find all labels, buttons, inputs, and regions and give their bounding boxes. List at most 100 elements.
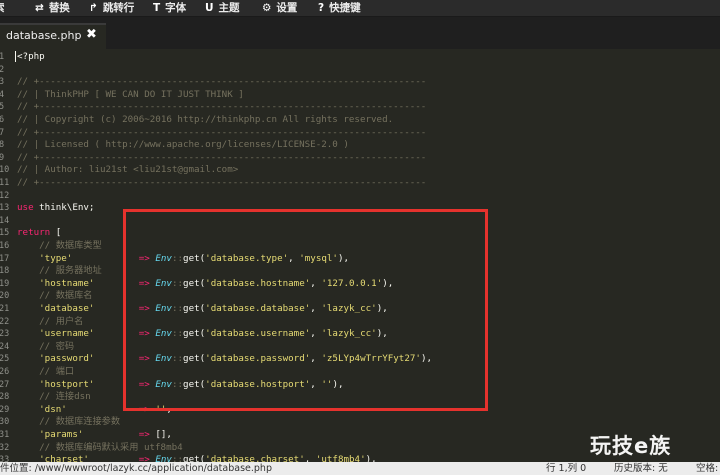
code-token: '127.0.0.1' xyxy=(321,277,383,289)
status-history[interactable]: 历史版本: 无 xyxy=(614,462,668,475)
code-token: :: xyxy=(171,252,184,264)
code-token: '' xyxy=(321,378,333,390)
code-token: ), xyxy=(376,303,388,314)
code-token: // 数据库连接参数 xyxy=(17,416,121,428)
code-token: 'database.username' xyxy=(205,328,311,340)
line-number: 28 xyxy=(0,392,10,403)
code-token: ), xyxy=(332,378,344,390)
line-number: 20 xyxy=(0,291,10,302)
code-text: // 用户名 xyxy=(17,316,83,329)
code-token: '' xyxy=(155,403,167,415)
code-token: 'database.password' xyxy=(205,353,311,365)
code-token: :: xyxy=(171,454,184,462)
toolbar-item-4[interactable]: U 主题 xyxy=(205,0,240,17)
code-text: 'params' => [], xyxy=(17,429,172,442)
toolbar-label: 设置 xyxy=(276,2,298,14)
code-token: Env xyxy=(155,303,172,314)
code-token: Env xyxy=(155,252,172,264)
code-text: 'database' => Env::get('database.databas… xyxy=(17,303,388,316)
line-number: 4 xyxy=(0,89,5,100)
toolbar-label: 字体 xyxy=(165,2,187,14)
toolbar-item-1[interactable]: ⇄ 替换 xyxy=(35,0,70,17)
code-text: 'hostport' => Env::get('database.hostpor… xyxy=(17,378,344,392)
close-icon[interactable]: ✖ xyxy=(86,27,97,42)
code-token: get( xyxy=(183,252,206,264)
code-token: // 服务器地址 xyxy=(17,265,102,277)
code-token: // 数据库名 xyxy=(17,290,93,302)
code-token: 'lazyk_cc' xyxy=(321,303,377,314)
toolbar: 索 ⇄ 替换 ↱ 跳转行 T 字体 U 主题 ⚙ 设置 ? 快捷键 xyxy=(0,0,720,17)
code-token: get( xyxy=(183,303,206,314)
code-token: 'database' xyxy=(17,303,95,314)
status-cursor-position: 行 1,列 0 xyxy=(546,463,587,474)
font-icon: T xyxy=(153,2,161,14)
code-token: get( xyxy=(183,328,206,340)
code-token: [ xyxy=(50,227,62,239)
code-text: // | Copyright (c) 2006~2016 http://thin… xyxy=(17,114,393,127)
line-number: 1 xyxy=(0,52,5,62)
toolbar-label: 跳转行 xyxy=(102,2,135,14)
code-text: use think\Env; xyxy=(17,202,94,215)
code-token: :: xyxy=(171,378,184,390)
code-text: // +------------------------------------… xyxy=(17,76,426,89)
code-text: // +------------------------------------… xyxy=(17,152,426,165)
code-token: return xyxy=(17,227,51,239)
code-token: 'hostname' xyxy=(17,277,95,289)
code-token: 'charset' xyxy=(17,454,89,462)
code-token: // 数据库编码默认采用 utf8mb4 xyxy=(17,441,183,453)
code-token: :: xyxy=(171,328,184,340)
status-indent[interactable]: 空格: xyxy=(696,462,718,475)
code-text: 'password' => Env::get('database.passwor… xyxy=(17,353,432,366)
code-token: => xyxy=(138,454,150,462)
code-token: , xyxy=(310,277,322,289)
line-number: 30 xyxy=(0,417,10,428)
code-token: ), xyxy=(376,328,388,340)
line-number: 11 xyxy=(0,178,10,188)
code-token: 'type' xyxy=(17,252,73,264)
line-number: 24 xyxy=(0,341,10,352)
tab-database-php[interactable]: database.php ✖ xyxy=(0,23,106,49)
toolbar-item-3[interactable]: T 字体 xyxy=(153,0,186,17)
line-number: 2 xyxy=(0,64,5,75)
code-text: // | ThinkPHP [ WE CAN DO IT JUST THINK … xyxy=(17,89,244,102)
code-editor[interactable]: 1 <?php 2 3// +----------------------------… xyxy=(0,49,720,462)
code-token: :: xyxy=(171,277,184,289)
code-token: , xyxy=(304,454,316,462)
code-token: 'params' xyxy=(17,429,84,440)
code-text: // | Author: liu21st <liu21st@gmail.com> xyxy=(17,164,238,177)
line-number: 15 xyxy=(0,228,10,239)
toolbar-item-2[interactable]: ↱ 跳转行 xyxy=(89,0,134,17)
code-token: // +------------------------------------… xyxy=(17,151,427,163)
toolbar-item-0[interactable]: 索 xyxy=(0,0,5,17)
code-token: 'database.hostname' xyxy=(205,277,311,289)
code-token: // +------------------------------------… xyxy=(17,101,427,113)
code-token: => xyxy=(138,378,150,390)
code-token: think\Env; xyxy=(33,202,95,214)
code-text: // 数据库连接参数 xyxy=(17,416,120,429)
code-token: use xyxy=(17,202,34,214)
status-bar: 件位置: /www/wwwroot/lazyk.cc/application/d… xyxy=(0,462,720,475)
code-token: , xyxy=(310,303,322,314)
line-number: 17 xyxy=(0,253,10,264)
line-number: 18 xyxy=(0,266,10,277)
code-token: Env xyxy=(155,353,172,365)
toolbar-item-5[interactable]: ⚙ 设置 xyxy=(262,0,297,17)
code-token: get( xyxy=(183,378,206,390)
line-number: 21 xyxy=(0,304,10,314)
line-number: 22 xyxy=(0,316,10,327)
code-token: , xyxy=(166,403,172,415)
code-token: 'z5LYp4wTrrYFyt27' xyxy=(321,353,421,365)
line-number: 26 xyxy=(0,367,10,377)
line-number: 32 xyxy=(0,442,10,453)
toolbar-item-6[interactable]: ? 快捷键 xyxy=(318,0,361,17)
code-text: 'username' => Env::get('database.usernam… xyxy=(17,328,388,341)
code-token: // 连接dsn xyxy=(17,391,91,403)
code-text: // 密码 xyxy=(17,341,74,354)
code-token: get( xyxy=(183,353,206,365)
line-number: 27 xyxy=(0,379,10,390)
code-text: // 服务器地址 xyxy=(17,265,102,278)
